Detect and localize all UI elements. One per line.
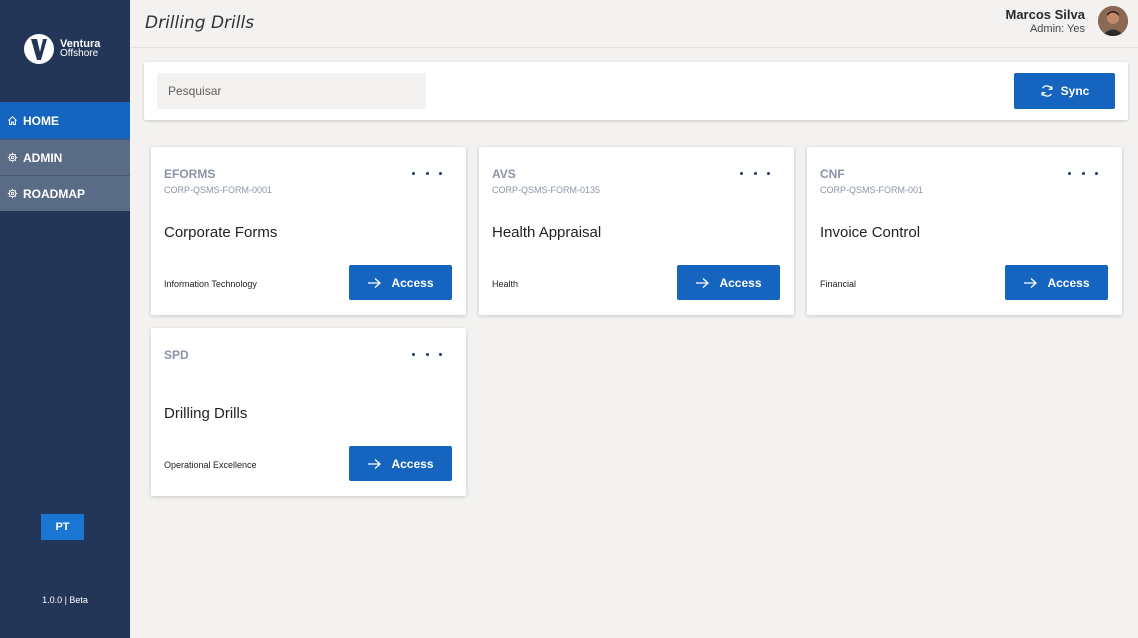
header: Drilling Drills Marcos Silva Admin: Yes xyxy=(130,0,1138,48)
sync-button[interactable]: Sync xyxy=(1014,73,1115,109)
sidebar-item-admin[interactable]: ADMIN xyxy=(0,139,130,175)
logo: Ventura Offshore xyxy=(24,34,100,64)
sync-label: Sync xyxy=(1060,84,1090,98)
ventura-logo-icon xyxy=(24,34,54,64)
access-label: Access xyxy=(1047,275,1090,290)
gear-icon xyxy=(7,188,18,199)
access-button[interactable]: Access xyxy=(1005,265,1108,300)
more-options-icon[interactable] xyxy=(412,163,442,183)
arrow-right-icon xyxy=(368,458,382,469)
sidebar-item-label: HOME xyxy=(23,113,59,128)
logo-text: Ventura Offshore xyxy=(60,39,100,59)
arrow-right-icon xyxy=(1024,277,1038,288)
logo-line2: Offshore xyxy=(60,48,99,59)
card-title: Drilling Drills xyxy=(164,405,248,422)
access-button[interactable]: Access xyxy=(677,265,780,300)
card-department: Financial xyxy=(820,279,857,289)
card-code: CNF xyxy=(820,167,845,181)
card-code: EFORMS xyxy=(164,167,216,181)
user-role: Admin: Yes xyxy=(1029,23,1085,35)
home-icon xyxy=(7,115,18,126)
access-button[interactable]: Access xyxy=(349,265,452,300)
sidebar: Ventura Offshore HOME ADMIN ROADMAP PT 1… xyxy=(0,0,130,638)
app-card: CNF CORP-QSMS-FORM-001 Invoice Control F… xyxy=(807,147,1122,315)
card-department: Operational Excellence xyxy=(164,460,257,470)
search-input[interactable] xyxy=(157,73,426,109)
app-card: SPD Drilling Drills Operational Excellen… xyxy=(151,328,466,496)
sidebar-item-label: ROADMAP xyxy=(23,186,85,201)
page-title: Drilling Drills xyxy=(145,13,255,33)
card-title: Invoice Control xyxy=(820,224,921,241)
sidebar-item-roadmap[interactable]: ROADMAP xyxy=(0,175,130,211)
more-options-icon[interactable] xyxy=(1068,163,1098,183)
sidebar-item-label: ADMIN xyxy=(23,150,63,165)
arrow-right-icon xyxy=(696,277,710,288)
app-card: AVS CORP-QSMS-FORM-0135 Health Appraisal… xyxy=(479,147,794,315)
search-panel: Sync xyxy=(144,62,1128,120)
card-title: Corporate Forms xyxy=(164,224,278,241)
more-options-icon[interactable] xyxy=(740,163,770,183)
app-card: EFORMS CORP-QSMS-FORM-0001 Corporate For… xyxy=(151,147,466,315)
access-label: Access xyxy=(391,456,434,471)
card-code: SPD xyxy=(164,348,189,362)
card-code: AVS xyxy=(492,167,516,181)
version-label: 1.0.0 | Beta xyxy=(42,595,88,605)
card-department: Information Technology xyxy=(164,279,257,289)
access-label: Access xyxy=(719,275,762,290)
gear-icon xyxy=(7,152,18,163)
more-options-icon[interactable] xyxy=(412,344,442,364)
language-button[interactable]: PT xyxy=(41,514,84,540)
card-form-id: CORP-QSMS-FORM-001 xyxy=(820,185,924,195)
access-label: Access xyxy=(391,275,434,290)
card-form-id: CORP-QSMS-FORM-0135 xyxy=(492,185,601,195)
arrow-right-icon xyxy=(368,277,382,288)
card-form-id: CORP-QSMS-FORM-0001 xyxy=(164,185,273,195)
avatar[interactable] xyxy=(1098,6,1128,36)
sidebar-item-home[interactable]: HOME xyxy=(0,102,130,139)
card-title: Health Appraisal xyxy=(492,224,602,241)
access-button[interactable]: Access xyxy=(349,446,452,481)
sidebar-nav: HOME ADMIN ROADMAP xyxy=(0,102,130,211)
card-department: Health xyxy=(492,279,519,289)
user-info: Marcos Silva Admin: Yes xyxy=(1006,7,1086,35)
sync-icon xyxy=(1041,85,1053,97)
user-name: Marcos Silva xyxy=(1005,7,1086,22)
